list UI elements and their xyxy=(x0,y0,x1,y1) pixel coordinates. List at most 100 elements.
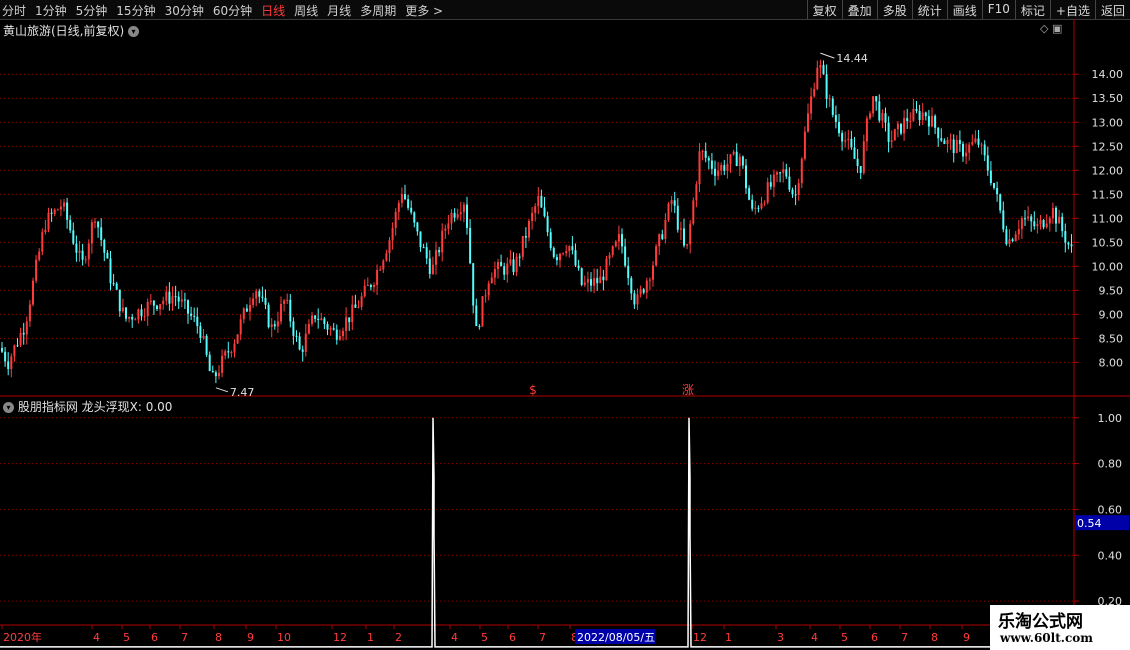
chevron-down-icon[interactable]: ▾ xyxy=(128,26,140,37)
x-tick-label: 5 xyxy=(123,631,130,644)
candle-body xyxy=(999,194,1002,211)
candle-body xyxy=(143,316,146,318)
candle-body xyxy=(1027,216,1030,219)
candle-body xyxy=(859,166,862,173)
period-tab-8[interactable]: 月线 xyxy=(327,2,351,19)
diamond-icon[interactable]: ◇ xyxy=(1040,22,1048,35)
candle-body xyxy=(918,110,921,121)
candle-body xyxy=(38,251,41,260)
candle-body xyxy=(422,247,425,249)
action-button-3[interactable]: 统计 xyxy=(911,0,947,19)
candle-body xyxy=(177,296,180,302)
candle-body xyxy=(856,158,859,167)
period-tab-0[interactable]: 分时 xyxy=(2,2,26,19)
candle-body xyxy=(717,170,720,176)
candle-body xyxy=(407,199,410,208)
candle-body xyxy=(307,323,310,334)
period-tab-3[interactable]: 15分钟 xyxy=(116,2,155,19)
candle-body xyxy=(695,184,698,201)
action-button-0[interactable]: 复权 xyxy=(806,0,842,19)
period-tab-10[interactable]: 更多 > xyxy=(405,2,443,19)
candle-body xyxy=(63,202,65,207)
candle-body xyxy=(707,157,710,161)
x-tick-label: 6 xyxy=(151,631,158,644)
candle-body xyxy=(958,140,961,144)
x-tick-label: 6 xyxy=(509,631,516,644)
y-tick-label: 11.00 xyxy=(1092,212,1124,225)
candle-body xyxy=(974,138,977,143)
crosshair-value: 0.54 xyxy=(1077,517,1102,530)
candle-body xyxy=(779,172,782,174)
action-button-6[interactable]: 标记 xyxy=(1014,0,1050,19)
candle-body xyxy=(841,133,844,142)
candle-body xyxy=(280,303,282,322)
action-button-5[interactable]: F10 xyxy=(981,0,1015,19)
candle-body xyxy=(276,321,279,327)
candle-body xyxy=(202,335,205,339)
action-button-4[interactable]: 画线 xyxy=(946,0,982,19)
candle-body xyxy=(109,258,112,284)
candle-body xyxy=(35,259,38,281)
candle-body xyxy=(627,265,630,279)
action-button-7[interactable]: +自选 xyxy=(1049,0,1095,19)
x-tick-label: 7 xyxy=(539,631,546,644)
action-button-1[interactable]: 叠加 xyxy=(841,0,877,19)
y-tick-label: 11.50 xyxy=(1092,188,1124,201)
candle-body xyxy=(1033,221,1036,227)
chevron-down-icon[interactable]: ▾ xyxy=(3,402,14,413)
candle-body xyxy=(10,356,13,370)
x-tick-label: 7 xyxy=(181,631,188,644)
candle-body xyxy=(435,250,437,265)
candle-body xyxy=(115,283,118,290)
candle-body xyxy=(893,129,896,141)
candle-body xyxy=(831,98,834,115)
candle-body xyxy=(540,195,543,208)
candle-body xyxy=(137,309,140,320)
period-tab-2[interactable]: 5分钟 xyxy=(76,2,108,19)
candle-body xyxy=(667,203,670,220)
candle-body xyxy=(1020,218,1023,230)
period-tab-5[interactable]: 60分钟 xyxy=(213,2,252,19)
sub-y-tick-label: 1.00 xyxy=(1098,412,1123,425)
period-tab-6[interactable]: 日线 xyxy=(261,2,285,19)
candle-body xyxy=(1048,218,1051,224)
candle-body xyxy=(441,230,444,253)
x-tick-label: 4 xyxy=(451,631,458,644)
y-tick-label: 9.50 xyxy=(1099,284,1124,297)
y-tick-label: 13.50 xyxy=(1092,92,1124,105)
candle-body xyxy=(648,279,651,281)
candle-body xyxy=(472,263,475,306)
action-button-2[interactable]: 多股 xyxy=(876,0,912,19)
action-button-8[interactable]: 返回 xyxy=(1094,0,1130,19)
candle-body xyxy=(1030,216,1033,222)
candle-body xyxy=(785,169,788,177)
period-tab-7[interactable]: 周线 xyxy=(294,2,318,19)
candle-body xyxy=(379,269,382,271)
candle-body xyxy=(754,207,757,209)
candle-body xyxy=(1011,239,1014,242)
candle-body xyxy=(363,285,366,297)
candle-body xyxy=(196,316,199,327)
period-tab-1[interactable]: 1分钟 xyxy=(35,2,67,19)
candle-body xyxy=(487,283,490,296)
period-tab-4[interactable]: 30分钟 xyxy=(165,2,204,19)
candle-body xyxy=(1002,210,1005,230)
candle-body xyxy=(996,187,999,195)
candle-body xyxy=(400,193,403,203)
candle-body xyxy=(245,308,248,312)
candle-body xyxy=(726,163,729,171)
candle-body xyxy=(844,140,847,142)
chart-canvas[interactable]: 8.008.509.009.5010.0010.5011.0011.5012.0… xyxy=(0,19,1130,650)
candle-body xyxy=(193,315,196,317)
candle-body xyxy=(428,258,431,274)
candle-body xyxy=(555,256,558,261)
candle-body xyxy=(199,326,202,339)
candle-body xyxy=(242,308,245,320)
candle-body xyxy=(853,147,856,159)
period-tab-9[interactable]: 多周期 xyxy=(360,2,396,19)
x-tick-label: 2020年 xyxy=(3,630,42,644)
candle-body xyxy=(56,209,59,211)
window-toggle-icon[interactable]: ▣ xyxy=(1052,22,1062,35)
candle-body xyxy=(270,324,273,328)
candle-body xyxy=(208,354,211,372)
